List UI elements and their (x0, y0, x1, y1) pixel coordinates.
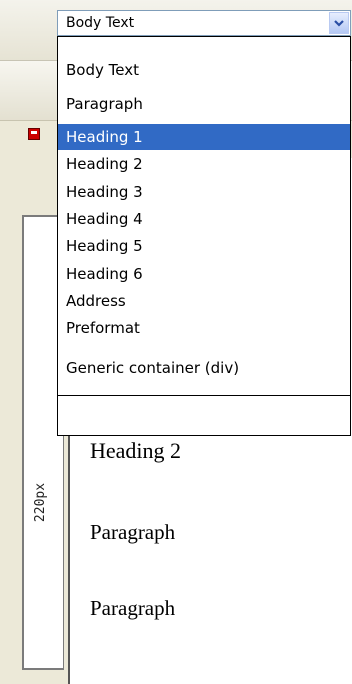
format-option-heading-4[interactable]: Heading 4 (58, 206, 350, 232)
format-option-heading-6[interactable]: Heading 6 (58, 261, 350, 287)
block-format-select[interactable]: Body Text (57, 10, 351, 36)
editor-paragraph[interactable]: Paragraph (90, 596, 175, 621)
format-option-heading-1[interactable]: Heading 1 (58, 124, 350, 150)
format-option-heading-5[interactable]: Heading 5 (58, 233, 350, 259)
format-option-paragraph[interactable]: Paragraph (58, 91, 350, 117)
editor-paragraph[interactable]: Paragraph (90, 520, 175, 545)
format-option-heading-3[interactable]: Heading 3 (58, 179, 350, 205)
format-option-heading-2[interactable]: Heading 2 (58, 151, 350, 177)
format-option-body-text[interactable]: Body Text (58, 57, 350, 83)
format-option-generic-container[interactable]: Generic container (div) (58, 355, 350, 381)
block-format-dropdown-list: Body Text Paragraph Heading 1 Heading 2 … (57, 36, 351, 436)
save-icon[interactable] (28, 128, 40, 140)
block-format-value: Body Text (66, 15, 135, 31)
chevron-down-icon[interactable] (329, 12, 349, 34)
format-option-preformat[interactable]: Preformat (58, 315, 350, 341)
editor-heading-2[interactable]: Heading 2 (90, 438, 181, 464)
format-option-address[interactable]: Address (58, 288, 350, 314)
ruler-size-label: 220px (33, 482, 49, 522)
dropdown-separator (58, 395, 350, 396)
